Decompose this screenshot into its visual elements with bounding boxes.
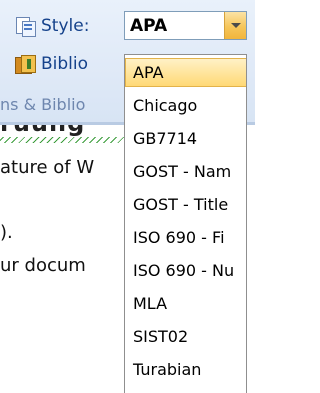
style-option-iso690-numeric[interactable]: ISO 690 - Nu	[125, 256, 246, 285]
manage-sources-icon[interactable]	[14, 16, 36, 37]
document-body[interactable]: ruung ature of W ). ur docum	[0, 125, 124, 393]
style-option-gb7714[interactable]: GB7714	[125, 124, 246, 153]
style-option-sist02[interactable]: SIST02	[125, 322, 246, 351]
style-select-value: APA	[130, 16, 168, 36]
bibliography-icon	[14, 54, 36, 74]
style-select[interactable]: APA	[124, 11, 247, 40]
bibliography-label: Biblio	[41, 54, 89, 74]
ribbon-group-label: ns & Biblio	[0, 95, 86, 114]
style-row: Style:	[0, 12, 89, 40]
style-dropdown-list[interactable]: APA Chicago GB7714 GOST - Nam GOST - Tit…	[124, 54, 247, 393]
style-option-gost-name[interactable]: GOST - Nam	[125, 157, 246, 186]
style-label: Style:	[41, 16, 90, 36]
style-option-chicago[interactable]: Chicago	[125, 91, 246, 120]
bibliography-button[interactable]: Biblio	[0, 50, 88, 78]
doc-line: ur docum	[0, 255, 86, 276]
style-option-apa[interactable]: APA	[125, 58, 246, 87]
spelling-squiggle	[0, 137, 124, 143]
style-option-gost-title[interactable]: GOST - Title	[125, 190, 246, 219]
doc-line: ature of W	[0, 157, 95, 178]
style-option-iso690-first[interactable]: ISO 690 - Fi	[125, 223, 246, 252]
doc-line: ).	[0, 222, 13, 243]
style-option-turabian[interactable]: Turabian	[125, 355, 246, 384]
chevron-down-icon[interactable]	[224, 12, 246, 39]
style-option-mla[interactable]: MLA	[125, 289, 246, 318]
